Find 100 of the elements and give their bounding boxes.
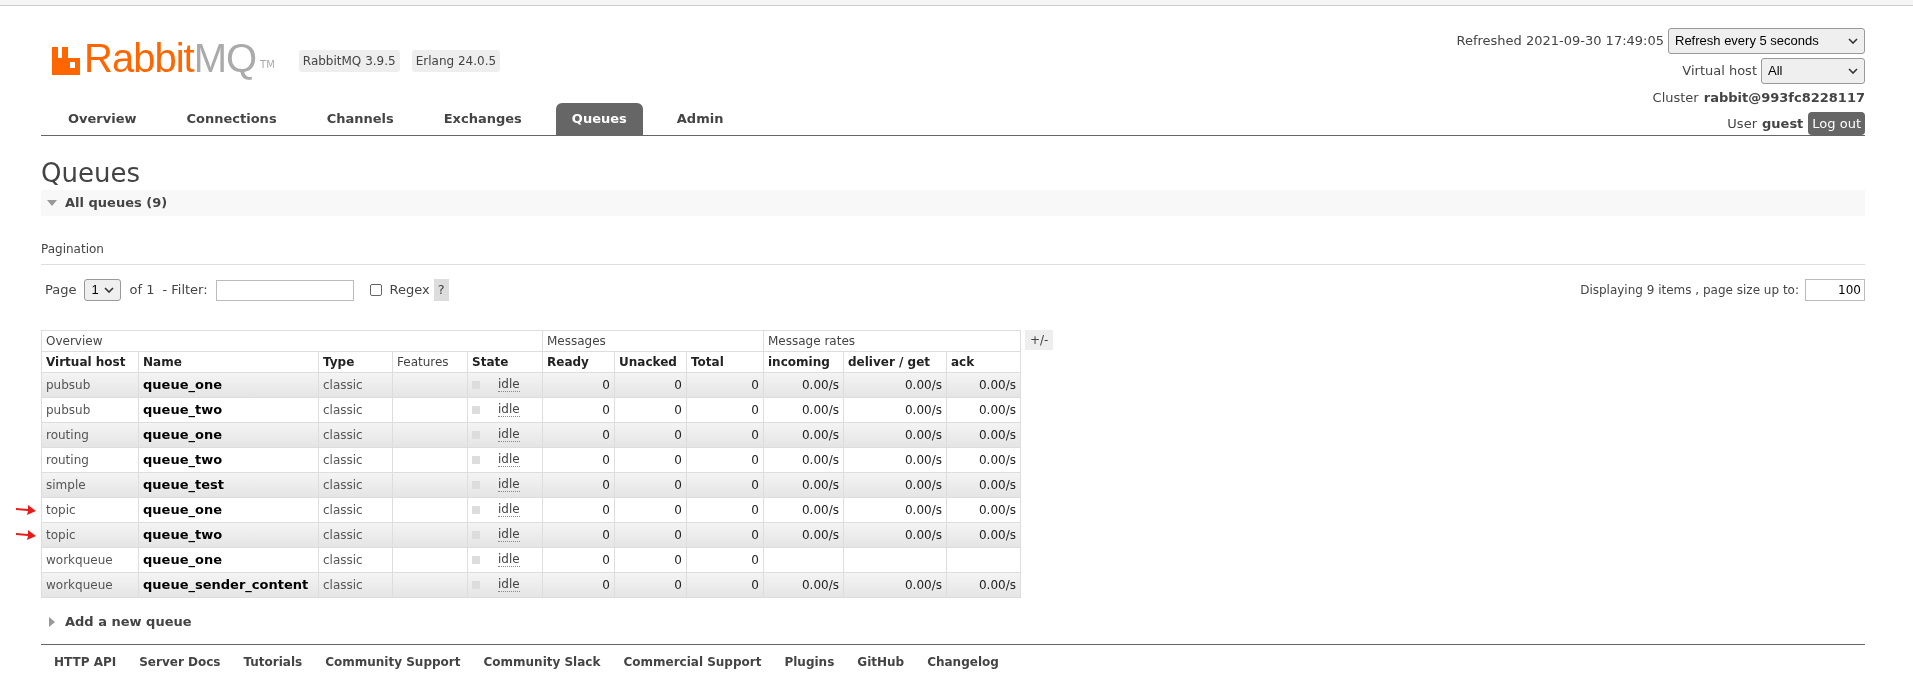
table-cell: 0	[602, 428, 610, 442]
footer-link[interactable]: GitHub	[857, 653, 905, 671]
column-header: incoming	[763, 351, 844, 373]
status-square-icon	[472, 406, 480, 414]
table-cell: 0	[674, 528, 682, 542]
status-square-icon	[472, 456, 480, 464]
page-title: Queues	[41, 158, 141, 188]
filter-label: - Filter:	[162, 281, 208, 300]
table-cell: 0.00/s	[802, 578, 839, 592]
queue-state: idle	[498, 428, 520, 442]
table-cell: 0.00/s	[905, 428, 942, 442]
caret-icon	[1848, 68, 1858, 74]
user-label: User	[1727, 114, 1757, 133]
add-queue-header[interactable]: Add a new queue	[41, 610, 1865, 634]
table-cell: 0.00/s	[905, 503, 942, 517]
column-header: Unacked	[614, 351, 687, 373]
section-header[interactable]: All queues (9)	[41, 190, 1865, 216]
footer-link[interactable]: Tutorials	[243, 653, 303, 671]
footer-link[interactable]: HTTP API	[54, 653, 117, 671]
queue-state: idle	[498, 403, 520, 417]
table-cell: 0.00/s	[802, 453, 839, 467]
table-cell: 0	[751, 403, 759, 417]
logout-button[interactable]: Log out	[1808, 111, 1865, 135]
table-cell: 0	[602, 453, 610, 467]
table-cell: 0	[751, 453, 759, 467]
table-cell: simple	[46, 478, 86, 492]
version-badge: Erlang 24.0.5	[411, 50, 501, 72]
column-group-header: Overview	[41, 330, 543, 352]
table-cell: 0	[602, 553, 610, 567]
table-cell: 0.00/s	[905, 378, 942, 392]
status-square-icon	[472, 556, 480, 564]
table-cell: workqueue	[46, 578, 113, 592]
table-cell: 0.00/s	[979, 528, 1016, 542]
cluster-name: rabbit@993fc8228117	[1703, 89, 1865, 107]
nav-tab[interactable]: Admin	[660, 103, 740, 135]
table-cell: classic	[323, 578, 363, 592]
table-cell: 0	[751, 553, 759, 567]
footer-link[interactable]: Community Support	[325, 653, 461, 671]
queue-state: idle	[498, 453, 520, 467]
column-group-header: Message rates	[763, 330, 1021, 352]
queue-state: idle	[498, 528, 520, 542]
table-cell: classic	[323, 378, 363, 392]
nav-tab[interactable]: Connections	[170, 103, 293, 135]
table-cell: routing	[46, 428, 89, 442]
table-cell: 0.00/s	[979, 503, 1016, 517]
table-cell: 0	[751, 378, 759, 392]
nav-tab[interactable]: Channels	[310, 103, 410, 135]
table-cell: 0	[674, 428, 682, 442]
column-header: deliver / get	[843, 351, 947, 373]
queue-state: idle	[498, 578, 520, 592]
table-cell: 0	[674, 503, 682, 517]
displaying-label: Displaying 9 items , page size up to:	[1580, 282, 1799, 299]
virtual-host-dropdown[interactable]: All	[1761, 58, 1865, 84]
table-cell: 0	[751, 428, 759, 442]
page-label: Page	[45, 281, 77, 300]
filter-input[interactable]	[215, 279, 354, 301]
cluster-label: Cluster	[1652, 89, 1699, 107]
columns-toggle-button[interactable]: +/-	[1025, 330, 1054, 350]
page-dropdown[interactable]: 1	[84, 279, 122, 301]
nav-tab[interactable]: Overview	[52, 103, 153, 135]
table-cell: 0.00/s	[979, 403, 1016, 417]
page-size-input[interactable]: 100	[1805, 279, 1865, 301]
status-square-icon	[472, 506, 480, 514]
table-cell: 0.00/s	[979, 428, 1016, 442]
help-button[interactable]: ?	[433, 279, 449, 301]
table-cell: 0.00/s	[802, 428, 839, 442]
footer-link[interactable]: Changelog	[927, 653, 999, 671]
table-cell: workqueue	[46, 553, 113, 567]
table-cell: 0.00/s	[979, 378, 1016, 392]
table-cell: classic	[323, 428, 363, 442]
table-cell: 0.00/s	[905, 478, 942, 492]
footer-link[interactable]: Commercial Support	[623, 653, 762, 671]
table-cell: classic	[323, 403, 363, 417]
table-cell: classic	[323, 503, 363, 517]
version-badge: RabbitMQ 3.9.5	[298, 50, 400, 72]
nav-tab[interactable]: Queues	[555, 103, 643, 135]
table-cell: 0	[602, 503, 610, 517]
footer-link[interactable]: Server Docs	[139, 653, 221, 671]
footer-link[interactable]: Community Slack	[483, 653, 601, 671]
virtual-host-label: Virtual host	[1682, 62, 1757, 81]
table-cell: 0.00/s	[802, 378, 839, 392]
column-header: Type	[318, 351, 393, 373]
table-cell: pubsub	[46, 403, 91, 417]
footer-link[interactable]: Plugins	[784, 653, 835, 671]
column-group-header: Messages	[542, 330, 764, 352]
table-cell: 0.00/s	[905, 528, 942, 542]
table-cell: 0	[674, 478, 682, 492]
table-cell: pubsub	[46, 378, 91, 392]
table-cell: classic	[323, 553, 363, 567]
refresh-dropdown[interactable]: Refresh every 5 seconds	[1668, 28, 1865, 54]
regex-checkbox[interactable]	[369, 284, 382, 296]
nav-tab[interactable]: Exchanges	[427, 103, 538, 135]
column-header: ack	[946, 351, 1021, 373]
table-cell: 0	[602, 528, 610, 542]
table-cell: 0.00/s	[979, 478, 1016, 492]
rabbit-logo-icon	[52, 47, 80, 75]
regex-label: Regex	[389, 281, 430, 300]
table-cell: 0.00/s	[802, 503, 839, 517]
table-cell: 0	[674, 553, 682, 567]
table-cell: 0	[602, 478, 610, 492]
